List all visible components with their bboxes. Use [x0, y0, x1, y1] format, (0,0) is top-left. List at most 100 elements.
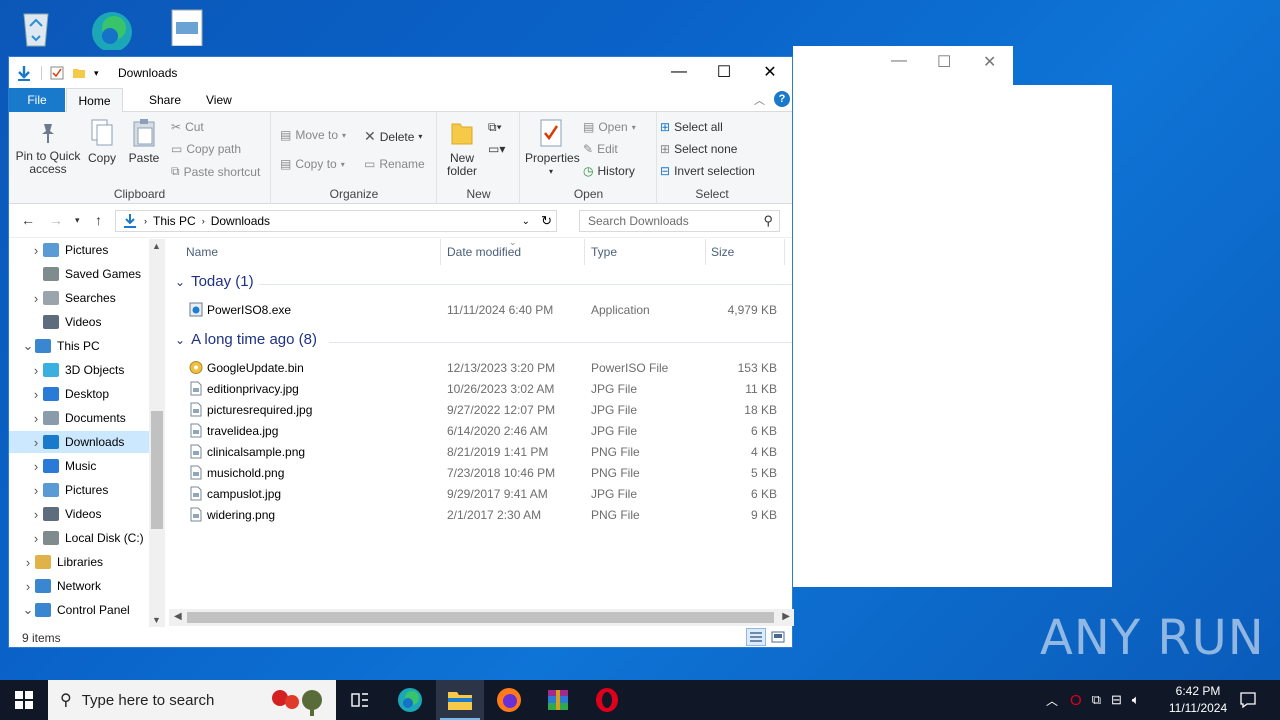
collapse-ribbon-icon[interactable]: ︿	[754, 92, 765, 108]
file-row[interactable]: widering.png 2/1/2017 2:30 AM PNG File 9 KB	[169, 504, 789, 525]
paste-shortcut-button[interactable]: ⧉ Paste shortcut	[171, 164, 260, 179]
horizontal-scrollbar[interactable]: ◀ ▶	[169, 609, 794, 626]
invert-selection-button[interactable]: ⊟ Invert selection	[660, 164, 755, 178]
file-row[interactable]: PowerISO8.exe 11/11/2024 6:40 PM Applicati…	[169, 299, 789, 320]
start-button[interactable]	[0, 680, 48, 720]
chevron-down-icon[interactable]: ⌄	[175, 333, 185, 347]
properties-qat-icon[interactable]	[50, 66, 64, 80]
nav-item[interactable]: › Downloads	[9, 431, 149, 453]
pin-quick-access-button[interactable]: Pin to Quick access	[13, 118, 83, 176]
file-row[interactable]: campuslot.jpg 9/29/2017 9:41 AM JPG File 6 …	[169, 483, 789, 504]
large-icons-view-button[interactable]	[768, 628, 788, 646]
recycle-bin-icon[interactable]	[14, 6, 70, 50]
chevron-right-icon[interactable]: ›	[29, 387, 43, 402]
column-size[interactable]: Size	[711, 245, 734, 259]
winrar-taskbar-button[interactable]	[534, 680, 582, 720]
search-input[interactable]: Search Downloads ⚲	[579, 210, 780, 232]
show-hidden-icons-icon[interactable]: ︿	[1046, 692, 1058, 709]
select-all-button[interactable]: ⊞ Select all	[660, 120, 723, 134]
close-icon[interactable]: ✕	[983, 52, 996, 72]
forward-arrow-icon[interactable]: →	[49, 212, 63, 228]
address-dropdown-icon[interactable]: ⌄	[522, 216, 530, 227]
customize-qat-icon[interactable]: ▾	[94, 68, 99, 79]
new-folder-qat-icon[interactable]	[72, 66, 86, 80]
horizontal-scroll-thumb[interactable]	[187, 612, 774, 623]
tab-home[interactable]: Home	[66, 88, 123, 113]
nav-item[interactable]: › 3D Objects	[9, 359, 149, 381]
maximize-icon[interactable]: ☐	[937, 52, 951, 72]
refresh-icon[interactable]: ↻	[541, 213, 552, 229]
breadcrumb-this-pc[interactable]: This PC	[153, 214, 196, 228]
paste-button[interactable]: Paste	[127, 118, 161, 165]
nav-item[interactable]: › Pictures	[9, 479, 149, 501]
chevron-down-icon[interactable]: ⌄	[21, 602, 35, 618]
chevron-right-icon[interactable]: ›	[29, 411, 43, 426]
nav-item[interactable]: › Videos	[9, 503, 149, 525]
nav-item[interactable]: › Documents	[9, 407, 149, 429]
nav-item[interactable]: ⌄ Control Panel	[9, 599, 149, 621]
chevron-down-icon[interactable]: ⌄	[175, 275, 185, 289]
file-row[interactable]: editionprivacy.jpg 10/26/2023 3:02 AM JPG …	[169, 378, 789, 399]
history-button[interactable]: ◷ History	[583, 164, 635, 178]
file-row[interactable]: clinicalsample.png 8/21/2019 1:41 PM PNG F…	[169, 441, 789, 462]
taskbar-search-box[interactable]: ⚲ Type here to search	[48, 680, 336, 720]
group-header[interactable]: ⌄ A long time ago (8)	[175, 331, 317, 348]
delete-button[interactable]: ✕ Delete ▾	[364, 128, 422, 145]
file-explorer-taskbar-button[interactable]	[436, 680, 484, 720]
chevron-right-icon[interactable]: ›	[29, 291, 43, 306]
nav-item[interactable]: › Libraries	[9, 551, 149, 573]
rename-button[interactable]: ▭ Rename	[364, 157, 425, 171]
network-tray-icon[interactable]: ⊟	[1111, 692, 1122, 708]
tab-share[interactable]: Share	[137, 88, 193, 112]
help-icon[interactable]: ?	[774, 91, 790, 107]
task-view-button[interactable]	[336, 680, 384, 720]
properties-button[interactable]: Properties ▾	[525, 118, 580, 178]
easy-access-button[interactable]: ▭▾	[488, 142, 505, 156]
nav-scrollbar[interactable]: ▲ ▼	[149, 239, 165, 627]
scroll-left-icon[interactable]: ◀	[174, 611, 182, 622]
address-box[interactable]: › This PC › Downloads ⌄ ↻	[115, 210, 557, 232]
notifications-button[interactable]	[1224, 680, 1272, 720]
opera-tray-icon[interactable]: O	[1070, 692, 1082, 709]
edge-desktop-icon[interactable]	[84, 6, 140, 52]
nav-item[interactable]: › Network	[9, 575, 149, 597]
chevron-right-icon[interactable]: ›	[29, 531, 43, 546]
new-item-button[interactable]: ⧉▾	[488, 120, 502, 135]
details-view-button[interactable]	[746, 628, 766, 646]
edit-button[interactable]: ✎ Edit	[583, 142, 618, 156]
chevron-right-icon[interactable]: ›	[29, 483, 43, 498]
copy-to-button[interactable]: ▤ Copy to ▾	[280, 157, 345, 171]
nav-item[interactable]: Videos	[9, 311, 149, 333]
chevron-right-icon[interactable]: ›	[29, 459, 43, 474]
nav-item[interactable]: › Local Disk (C:)	[9, 527, 149, 549]
tab-view[interactable]: View	[194, 88, 244, 112]
chevron-right-icon[interactable]: ›	[29, 243, 43, 258]
scroll-right-icon[interactable]: ▶	[782, 611, 790, 622]
recent-locations-icon[interactable]: ▾	[75, 215, 80, 226]
nav-scroll-thumb[interactable]	[151, 411, 163, 529]
scroll-up-icon[interactable]: ▲	[152, 241, 161, 251]
up-arrow-icon[interactable]: ↑	[95, 212, 102, 228]
column-name[interactable]: Name	[186, 245, 218, 259]
minimize-button[interactable]: —	[656, 57, 702, 87]
opera-taskbar-button[interactable]	[583, 680, 631, 720]
copy-button[interactable]: Copy	[87, 118, 117, 165]
chevron-right-icon[interactable]: ›	[21, 579, 35, 594]
file-row[interactable]: travelidea.jpg 6/14/2020 2:46 AM JPG File 6…	[169, 420, 789, 441]
chevron-down-icon[interactable]: ⌄	[21, 338, 35, 354]
chevron-right-icon[interactable]: ›	[21, 555, 35, 570]
nav-item[interactable]: › Pictures	[9, 239, 149, 261]
group-header[interactable]: ⌄ Today (1)	[175, 273, 254, 290]
chevron-right-icon[interactable]: ›	[29, 363, 43, 378]
column-type[interactable]: Type	[591, 245, 617, 259]
nav-item[interactable]: › Music	[9, 455, 149, 477]
chevron-right-icon[interactable]: ›	[29, 435, 43, 450]
scroll-down-icon[interactable]: ▼	[152, 615, 161, 625]
maximize-button[interactable]: ☐	[701, 57, 747, 87]
volume-icon[interactable]: 🔈︎	[1132, 692, 1140, 708]
open-button[interactable]: ▤ Open ▾	[583, 120, 636, 134]
device-tray-icon[interactable]: ⧉	[1092, 692, 1101, 708]
chevron-right-icon[interactable]: ›	[29, 507, 43, 522]
nav-item[interactable]: › Searches	[9, 287, 149, 309]
breadcrumb-downloads[interactable]: Downloads	[211, 214, 270, 228]
